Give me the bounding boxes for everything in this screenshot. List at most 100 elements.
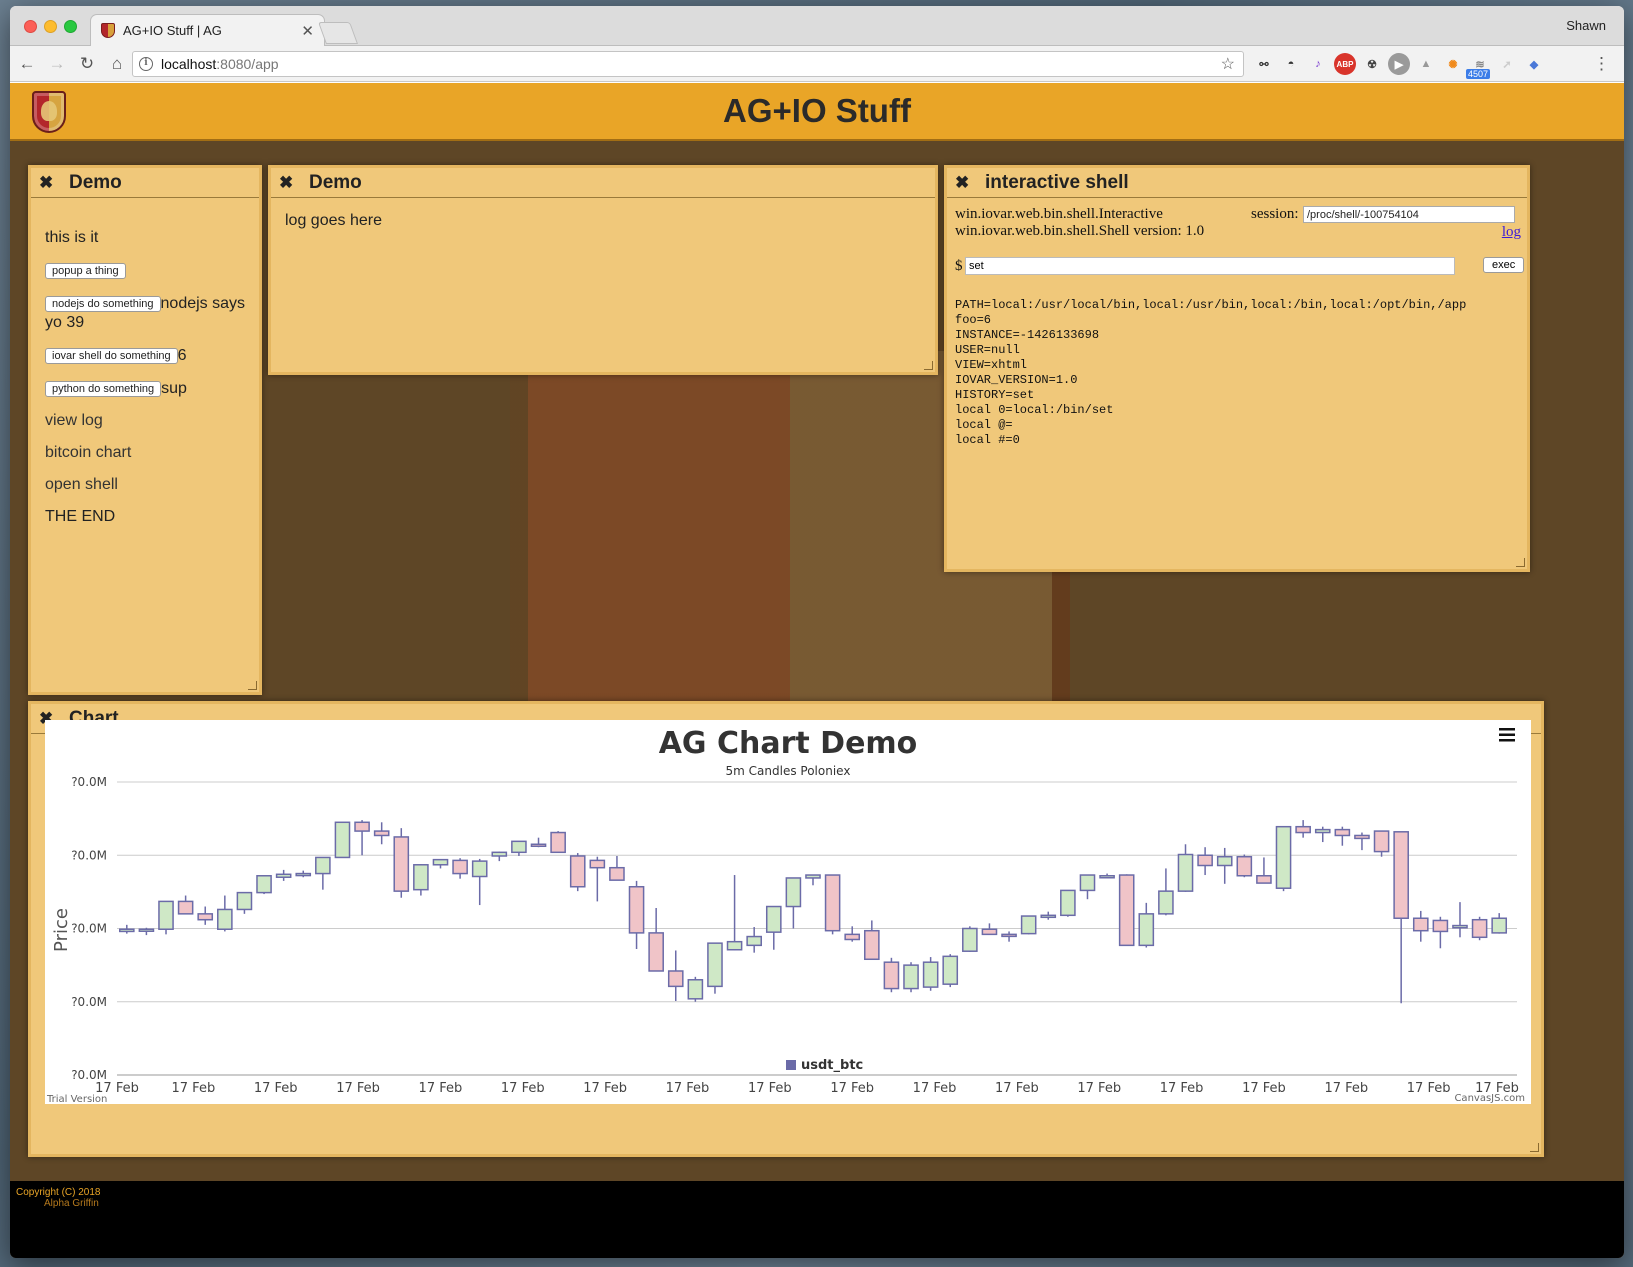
candle[interactable] — [1060, 889, 1076, 917]
close-icon[interactable]: ✖ — [955, 173, 981, 193]
candle[interactable] — [550, 831, 566, 854]
close-icon[interactable]: ✖ — [39, 173, 65, 193]
python-button[interactable]: python do something — [45, 380, 162, 397]
candle[interactable] — [217, 908, 233, 930]
candle[interactable] — [805, 874, 821, 879]
candle[interactable] — [1040, 914, 1057, 919]
candle[interactable] — [1393, 831, 1409, 919]
candle[interactable] — [1295, 825, 1311, 834]
candle[interactable] — [1452, 924, 1468, 929]
drive-extension-icon[interactable]: ▲ — [1415, 53, 1437, 75]
session-input[interactable] — [1303, 206, 1515, 223]
zoom-window-button[interactable] — [64, 20, 77, 33]
iovar-shell-button[interactable]: iovar shell do something — [45, 347, 178, 364]
resize-handle[interactable] — [248, 681, 257, 690]
candle[interactable] — [687, 979, 704, 1000]
play-extension-icon[interactable]: ▶ — [1388, 53, 1410, 75]
candle[interactable] — [491, 851, 508, 857]
address-bar[interactable]: i localhost:8080/app ☆ — [132, 51, 1244, 77]
candle[interactable] — [609, 866, 625, 881]
home-icon[interactable]: ⌂ — [104, 54, 130, 74]
resize-handle[interactable] — [1516, 558, 1525, 567]
candle[interactable] — [256, 875, 272, 894]
candle[interactable] — [1275, 825, 1292, 889]
minimize-window-button[interactable] — [44, 20, 57, 33]
candle[interactable] — [1099, 875, 1115, 879]
music-extension-icon[interactable]: ♪ — [1307, 53, 1329, 75]
candle[interactable] — [413, 864, 429, 891]
info-icon[interactable]: i — [139, 57, 153, 71]
candle[interactable] — [1412, 917, 1429, 932]
candle[interactable] — [197, 913, 214, 921]
shell-panel-header[interactable]: ✖ interactive shell — [947, 168, 1527, 198]
tab-active[interactable]: AG+IO Stuff | AG ✕ — [90, 14, 325, 46]
incognito-extension-icon[interactable]: ◓ — [1280, 53, 1302, 75]
candle[interactable] — [922, 961, 939, 988]
candle[interactable] — [883, 961, 900, 990]
extension-icon[interactable]: ⚯ — [1253, 53, 1275, 75]
adblock-extension-icon[interactable]: ABP — [1334, 53, 1356, 75]
rss-extension-icon[interactable]: ✺ — [1442, 53, 1464, 75]
radiation-extension-icon[interactable]: ☢ — [1361, 53, 1383, 75]
candle[interactable] — [1314, 828, 1331, 834]
candle[interactable] — [138, 928, 155, 932]
arrow-extension-icon[interactable]: ➚ — [1496, 53, 1518, 75]
candle[interactable] — [1118, 874, 1135, 947]
candle[interactable] — [1236, 855, 1253, 877]
chart-menu-icon[interactable] — [1499, 728, 1515, 742]
canvasjs-credit[interactable]: CanvasJS.com — [1454, 1093, 1525, 1104]
candle[interactable] — [824, 874, 841, 932]
resize-handle[interactable] — [1530, 1143, 1539, 1152]
candle[interactable] — [765, 905, 782, 933]
log-panel-header[interactable]: ✖ Demo — [271, 168, 935, 198]
close-icon[interactable]: ✖ — [279, 173, 305, 193]
candle[interactable] — [1138, 913, 1155, 947]
candle[interactable] — [373, 830, 390, 837]
candle[interactable] — [354, 821, 370, 832]
candle[interactable] — [726, 940, 743, 951]
candle[interactable] — [1020, 915, 1037, 935]
candle[interactable] — [1216, 855, 1233, 867]
candle[interactable] — [471, 860, 488, 878]
site-logo[interactable] — [32, 91, 66, 133]
candle[interactable] — [667, 970, 684, 988]
candle[interactable] — [452, 859, 468, 875]
candle[interactable] — [1256, 875, 1272, 884]
candle[interactable] — [315, 856, 331, 875]
candle[interactable] — [158, 900, 174, 930]
candle[interactable] — [275, 873, 292, 878]
candle[interactable] — [530, 843, 547, 848]
candle[interactable] — [1158, 890, 1174, 915]
candle[interactable] — [1197, 854, 1213, 867]
demo-panel-header[interactable]: ✖ Demo — [31, 168, 259, 198]
candle[interactable] — [707, 942, 723, 988]
candle[interactable] — [1471, 918, 1488, 939]
candle[interactable] — [295, 872, 312, 877]
resize-handle[interactable] — [924, 361, 933, 370]
candle[interactable] — [1177, 853, 1194, 892]
candle[interactable] — [569, 855, 586, 888]
candle[interactable] — [746, 935, 762, 947]
close-window-button[interactable] — [24, 20, 37, 33]
candle[interactable] — [785, 877, 802, 908]
candle[interactable] — [942, 955, 959, 985]
candle[interactable] — [903, 964, 919, 990]
tab-close-icon[interactable]: ✕ — [301, 22, 314, 40]
candle[interactable] — [844, 933, 861, 941]
candle[interactable] — [1373, 830, 1390, 853]
candle[interactable] — [1354, 834, 1370, 840]
open-shell-link[interactable]: open shell — [45, 476, 245, 494]
back-icon[interactable]: ← — [14, 54, 40, 74]
candle[interactable] — [628, 885, 645, 934]
reload-icon[interactable]: ↻ — [74, 54, 100, 74]
command-input[interactable] — [965, 257, 1455, 275]
nodejs-button[interactable]: nodejs do something — [45, 295, 161, 312]
candle[interactable] — [1079, 874, 1096, 892]
browser-menu-icon[interactable]: ⋮ — [1593, 54, 1610, 74]
candle[interactable] — [1491, 917, 1508, 934]
candle[interactable] — [981, 928, 998, 936]
candle[interactable] — [511, 840, 527, 854]
forward-icon[interactable]: → — [44, 54, 70, 74]
exec-button[interactable]: exec — [1483, 257, 1525, 273]
ethereum-extension-icon[interactable]: ◆ — [1523, 53, 1545, 75]
